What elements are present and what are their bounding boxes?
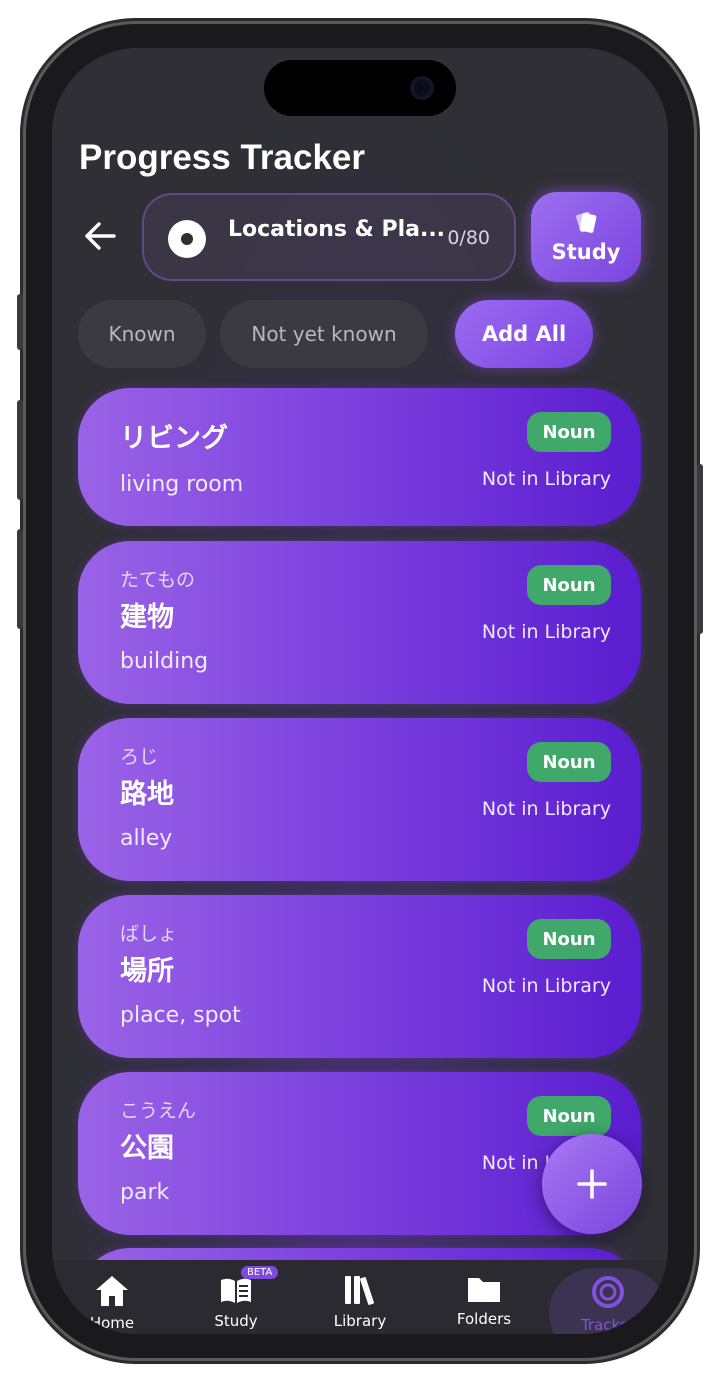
deck-count: 0/80: [447, 227, 490, 249]
phone-frame: Progress Tracker Locations & Pla... 0/80…: [17, 24, 703, 1358]
vocab-kana: ばしょ: [120, 923, 178, 945]
page-title: Progress Tracker: [79, 138, 366, 177]
library-status: Not in Library: [481, 975, 611, 997]
volume-down-button: [17, 529, 23, 629]
camera-icon: [410, 76, 434, 100]
vocab-kana: ろじ: [120, 746, 159, 768]
filter-not-yet-known[interactable]: Not yet known: [220, 300, 428, 368]
volume-up-button: [17, 400, 23, 500]
nav-folders[interactable]: Folders: [429, 1260, 539, 1334]
library-status: Not in Library: [481, 468, 611, 490]
nav-label: Tracker: [580, 1316, 636, 1334]
vocab-card[interactable]: たてもの 建物 building Noun Not in Library: [78, 541, 641, 704]
nav-tracker[interactable]: Tracker: [549, 1260, 667, 1334]
vocab-card[interactable]: リビング living room Noun Not in Library: [78, 388, 641, 526]
nav-label: Home: [89, 1314, 135, 1332]
vocab-kana: こうえん: [120, 1100, 197, 1122]
vocab-meaning: park: [120, 1180, 170, 1205]
app-screen: Progress Tracker Locations & Pla... 0/80…: [52, 48, 668, 1334]
vocab-meaning: alley: [120, 826, 173, 851]
plus-icon: [577, 1169, 607, 1199]
vocab-card[interactable]: ばしょ 場所 place, spot Noun Not in Library: [78, 895, 641, 1058]
library-status: Not in Library: [481, 621, 611, 643]
add-all-button[interactable]: Add All: [455, 300, 593, 368]
nav-library[interactable]: Library: [305, 1260, 415, 1334]
home-icon: [96, 1276, 128, 1306]
nav-label: Folders: [456, 1310, 512, 1328]
deck-name: Locations & Pla...: [228, 217, 446, 242]
nav-home[interactable]: Home: [57, 1260, 167, 1334]
book-icon: [221, 1278, 251, 1303]
deck-progress-icon: [168, 220, 206, 258]
nav-label: Library: [333, 1312, 387, 1330]
vocab-meaning: building: [120, 649, 209, 674]
nav-label: Study: [214, 1312, 258, 1330]
vocab-meaning: living room: [120, 472, 244, 497]
part-of-speech-badge: Noun: [527, 919, 611, 959]
vocab-word: 公園: [120, 1133, 174, 1164]
vocab-word: 路地: [120, 779, 174, 810]
cards-icon: [576, 211, 597, 233]
vocab-card[interactable]: ろじ 路地 alley Noun Not in Library: [78, 718, 641, 881]
part-of-speech-badge: Noun: [527, 565, 611, 605]
library-icon: [345, 1276, 374, 1305]
vocab-kana: たてもの: [120, 569, 196, 591]
bottom-nav: Home BETA Study Library Folders Tracker: [52, 1260, 668, 1334]
part-of-speech-badge: Noun: [527, 1096, 611, 1136]
mute-switch: [17, 294, 23, 350]
vocab-word: リビング: [120, 423, 228, 454]
tracker-icon: [592, 1276, 624, 1308]
dynamic-island: [264, 60, 456, 116]
study-button[interactable]: Study: [531, 192, 641, 282]
study-button-label: Study: [551, 240, 621, 264]
part-of-speech-badge: Noun: [527, 742, 611, 782]
add-card-button[interactable]: [542, 1134, 642, 1234]
back-button[interactable]: [80, 216, 120, 256]
power-button: [697, 464, 703, 634]
arrow-left-icon: [85, 222, 116, 250]
vocab-meaning: place, spot: [120, 1003, 241, 1028]
deck-selector[interactable]: Locations & Pla... 0/80: [142, 193, 516, 281]
vocab-word: 建物: [120, 602, 174, 633]
nav-study[interactable]: BETA Study: [181, 1260, 291, 1334]
vocab-word: 場所: [120, 956, 174, 987]
filter-known[interactable]: Known: [78, 300, 206, 368]
part-of-speech-badge: Noun: [527, 412, 611, 452]
folder-icon: [468, 1278, 500, 1302]
library-status: Not in Library: [481, 798, 611, 820]
